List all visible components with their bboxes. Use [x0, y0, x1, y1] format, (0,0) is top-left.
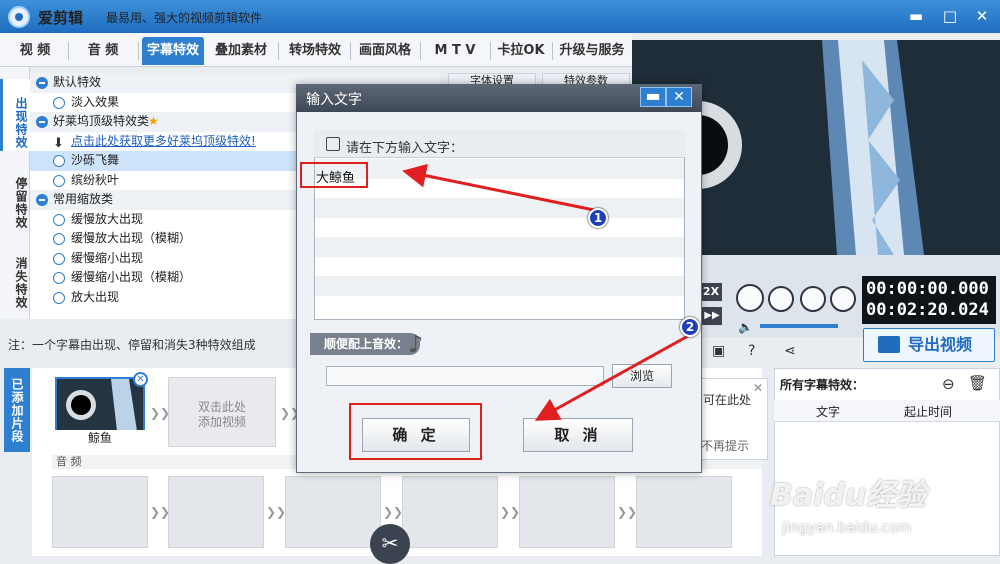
add-video-label: 双击此处 添加视频 [197, 400, 246, 429]
minimize-icon[interactable]: ▬ [906, 6, 926, 26]
panel-table-header: 文字 起止时间 [774, 400, 1000, 422]
radio-icon[interactable] [53, 233, 65, 245]
tip-popup-text: 可在此处 [703, 393, 752, 407]
arrow-icon: ❯❯ [266, 505, 287, 519]
help-icon[interactable]: ? [748, 343, 755, 359]
menu-tab-audio[interactable]: 音 频 [72, 37, 134, 65]
main-menu: 视 频 音 频 字幕特效 叠加素材 转场特效 画面风格 M T V 卡拉OK 升… [0, 33, 632, 67]
menu-tab-styles[interactable]: 画面风格 [352, 37, 418, 65]
arrow-icon: ❯❯ [383, 505, 404, 519]
clip-name: 鲸鱼 [55, 430, 145, 447]
prev-icon[interactable] [800, 286, 826, 312]
text-line [315, 276, 684, 296]
panel-title: 所有字幕特效： [780, 378, 865, 392]
next-frame-icon[interactable]: ▶▶ [702, 307, 722, 325]
menu-tab-overlay[interactable]: 叠加素材 [208, 37, 274, 65]
app-name: 爱剪辑 [38, 9, 84, 27]
collapse-icon[interactable] [36, 116, 48, 128]
stop-icon[interactable] [768, 286, 794, 312]
cancel-button[interactable]: 取 消 [523, 418, 633, 452]
time-current: 00:00:00.000 [866, 279, 989, 299]
trash-icon[interactable]: 🗑 [968, 374, 987, 392]
edit-icon [326, 137, 340, 151]
text-line [315, 159, 684, 179]
arrow-icon: ❯❯ [500, 505, 521, 519]
scissors-icon[interactable]: ✂ [370, 524, 410, 564]
play-icon[interactable] [736, 284, 764, 312]
menu-tab-transitions[interactable]: 转场特效 [282, 37, 348, 65]
radio-icon[interactable] [53, 155, 65, 167]
audio-slot[interactable] [168, 476, 264, 548]
input-prompt: 请在下方输入文字： [346, 141, 464, 156]
menu-tab-upgrade[interactable]: 升级与服务 [554, 37, 630, 65]
next-icon[interactable] [830, 286, 856, 312]
watermark-logo: Baidu经验 [770, 478, 927, 513]
tab-appear-effects[interactable]: 出现特效 [0, 79, 30, 151]
close-icon[interactable]: ✕ [972, 6, 992, 26]
menu-tab-karaoke[interactable]: 卡拉OK [492, 37, 550, 65]
audio-slot[interactable] [402, 476, 498, 548]
effects-tip: 注：一个字幕由出现、停留和消失3种特效组成 [8, 338, 256, 352]
column-time: 起止时间 [904, 405, 953, 419]
app-logo-icon [8, 6, 30, 28]
tab-stay-effects[interactable]: 停留特效 [0, 159, 30, 231]
arrow-icon: ❯❯ [617, 505, 638, 519]
tab-disappear-effects[interactable]: 消失特效 [0, 239, 30, 311]
dialog-close-icon[interactable]: ✕ [666, 87, 692, 107]
audio-slot[interactable] [285, 476, 381, 548]
text-line [315, 237, 684, 257]
audio-slot[interactable] [52, 476, 148, 548]
dialog-title: 输入文字 [306, 92, 362, 108]
menu-tab-video[interactable]: 视 频 [6, 37, 64, 65]
menu-tab-subtitle-effects[interactable]: 字幕特效 [142, 37, 204, 65]
music-note-icon: ♪ [408, 330, 424, 358]
radio-icon[interactable] [53, 213, 65, 226]
watermark-url: jingyan.baidu.com [782, 520, 912, 536]
save-icon[interactable]: ▣ [712, 343, 725, 359]
timecode-display: 00:00:00.000 00:02:20.024 [862, 276, 996, 324]
volume-icon[interactable]: 🔈 [738, 320, 753, 334]
collapse-icon[interactable] [36, 77, 48, 89]
share-icon[interactable]: ⋖ [784, 343, 796, 359]
dialog-minimize-icon[interactable]: ▬ [640, 87, 666, 107]
column-text: 文字 [816, 405, 841, 419]
remove-clip-icon[interactable]: ✕ [133, 372, 148, 387]
maximize-icon[interactable]: □ [940, 6, 960, 26]
ok-highlight-box [349, 403, 482, 460]
effect-type-tabs: 出现特效 停留特效 消失特效 [0, 67, 30, 319]
volume-slider[interactable] [760, 324, 838, 328]
text-line [315, 198, 684, 218]
app-slogan: 最易用、强大的视频剪辑软件 [106, 11, 263, 25]
export-icon [878, 336, 900, 353]
back-icon[interactable]: ⊖ [942, 375, 955, 393]
browse-button[interactable]: 浏览 [612, 364, 672, 388]
radio-icon[interactable] [53, 96, 65, 109]
speed-button[interactable]: 2X [700, 283, 722, 301]
time-total: 00:02:20.024 [866, 300, 989, 320]
step-badge-1: 1 [588, 208, 608, 228]
radio-icon[interactable] [53, 291, 65, 304]
radio-icon[interactable] [53, 174, 65, 187]
collapse-icon[interactable] [36, 194, 48, 206]
menu-tab-mtv[interactable]: M T V [422, 37, 488, 65]
added-clips-tab[interactable]: 已添加片段 [4, 368, 30, 452]
subtitle-text-input[interactable]: 大鲸鱼 [300, 162, 368, 188]
tip-popup: 可在此处 不再提示 ✕ [700, 378, 768, 460]
audio-slot[interactable] [636, 476, 732, 548]
clip-preview [57, 379, 143, 431]
add-video-slot[interactable]: 双击此处 添加视频 [168, 377, 276, 447]
sound-path-field[interactable] [326, 366, 604, 386]
radio-icon[interactable] [53, 272, 65, 284]
audio-slot[interactable] [519, 476, 615, 548]
radio-icon[interactable] [53, 252, 65, 265]
star-icon: ★ [148, 114, 159, 128]
close-icon[interactable]: ✕ [753, 381, 763, 395]
dont-show-again[interactable]: 不再提示 [701, 437, 749, 454]
step-badge-2: 2 [680, 317, 700, 337]
sound-effect-label: 顺便配上音效： [310, 333, 420, 355]
